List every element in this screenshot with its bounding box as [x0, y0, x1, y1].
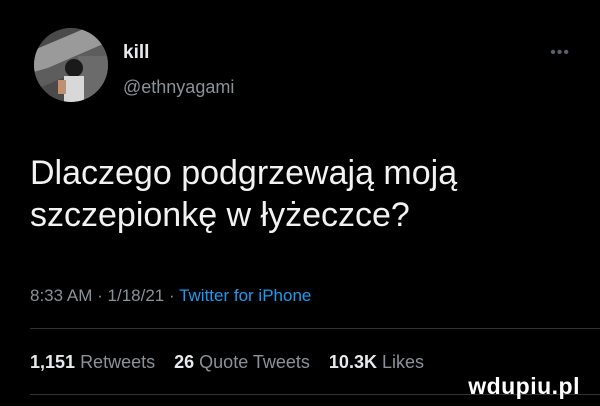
tweet-time[interactable]: 8:33 AM: [30, 286, 92, 305]
retweets-label: Retweets: [80, 352, 156, 372]
tweet-text: Dlaczego podgrzewają moją szczepionkę w …: [30, 154, 458, 234]
more-options-icon[interactable]: •••: [550, 44, 570, 62]
likes-stat[interactable]: 10.3K Likes: [329, 352, 424, 372]
tweet-source[interactable]: Twitter for iPhone: [179, 286, 311, 305]
likes-label: Likes: [381, 352, 425, 372]
tweet-date[interactable]: 1/18/21: [108, 286, 165, 305]
quote-label: Quote Tweets: [199, 352, 310, 372]
display-name[interactable]: kill: [123, 42, 149, 64]
user-handle[interactable]: @ethnyagami: [123, 77, 234, 98]
retweets-count: 1,151: [30, 352, 76, 372]
meta-separator: ·: [97, 286, 103, 305]
tweet-stats: 1,151 Retweets 26 Quote Tweets 10.3K Lik…: [30, 352, 438, 373]
divider: [30, 328, 600, 329]
avatar-image: [34, 28, 108, 102]
likes-count: 10.3K: [328, 352, 377, 372]
quote-count: 26: [174, 352, 195, 372]
retweets-stat[interactable]: 1,151 Retweets: [30, 352, 160, 372]
avatar[interactable]: [34, 28, 108, 102]
watermark: wdupiu.pl: [468, 373, 580, 399]
meta-separator: ·: [168, 286, 175, 305]
quote-tweets-stat[interactable]: 26 Quote Tweets: [174, 352, 315, 372]
tweet-meta: 8:33 AM · 1/18/21 · Twitter for iPhone: [30, 286, 311, 306]
